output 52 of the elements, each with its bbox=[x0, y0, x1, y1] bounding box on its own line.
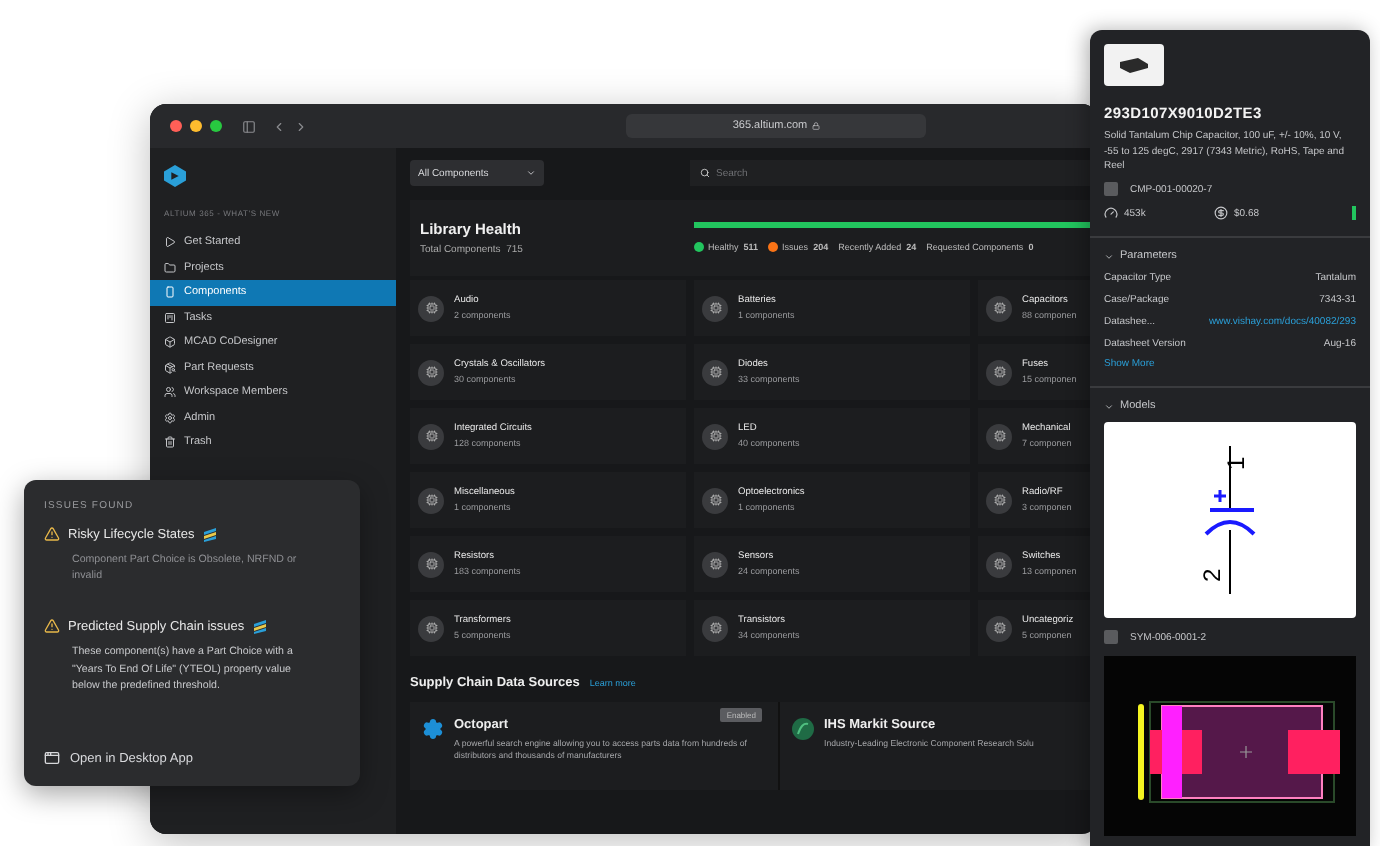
chip-icon bbox=[418, 551, 444, 577]
checkbox[interactable] bbox=[1104, 630, 1118, 644]
chip-package-icon bbox=[1118, 56, 1150, 75]
sidebar-toggle-icon[interactable] bbox=[242, 119, 256, 133]
cube-icon bbox=[164, 336, 176, 349]
warning-icon bbox=[44, 526, 60, 542]
chip-icon bbox=[986, 423, 1012, 449]
chevron-icon bbox=[1104, 401, 1114, 411]
maximize-icon[interactable] bbox=[210, 120, 222, 132]
chip-icon bbox=[986, 295, 1012, 321]
chip-icon bbox=[986, 615, 1012, 641]
chevron-icon bbox=[1104, 251, 1114, 261]
chip-icon bbox=[418, 487, 444, 513]
chip-icon bbox=[418, 423, 444, 449]
chip-icon bbox=[418, 615, 444, 641]
logo-icon bbox=[164, 164, 186, 188]
chip-icon bbox=[986, 551, 1012, 577]
striped-tag-icon bbox=[202, 526, 219, 542]
chip-icon bbox=[986, 359, 1012, 385]
chevron-down-icon bbox=[526, 168, 536, 178]
checkbox[interactable] bbox=[1104, 182, 1118, 196]
back-icon[interactable] bbox=[272, 119, 286, 133]
round-logo-icon bbox=[792, 718, 814, 740]
package-search-icon bbox=[164, 361, 176, 374]
folder-icon bbox=[164, 261, 176, 274]
search-icon bbox=[700, 168, 710, 178]
chip-icon bbox=[702, 551, 728, 577]
minimize-icon[interactable] bbox=[190, 120, 202, 132]
board-icon bbox=[164, 311, 176, 324]
trash-icon bbox=[164, 436, 176, 449]
rectangle-icon bbox=[164, 286, 176, 299]
users-icon bbox=[164, 386, 176, 399]
close-icon[interactable] bbox=[170, 120, 182, 132]
gear-icon bbox=[422, 718, 444, 740]
chip-icon bbox=[702, 359, 728, 385]
play-icon bbox=[164, 236, 176, 249]
stock-indicator-icon bbox=[1352, 206, 1356, 220]
forward-icon[interactable] bbox=[294, 119, 308, 133]
chip-icon bbox=[418, 295, 444, 321]
app-window-icon bbox=[44, 750, 60, 766]
settings-icon bbox=[164, 411, 176, 424]
chip-icon bbox=[702, 423, 728, 449]
chip-icon bbox=[702, 615, 728, 641]
chip-icon bbox=[986, 487, 1012, 513]
lock-icon bbox=[811, 122, 820, 130]
warning-icon bbox=[44, 618, 60, 635]
gauge-icon bbox=[1104, 206, 1118, 220]
chip-icon bbox=[702, 295, 728, 321]
chip-icon bbox=[418, 359, 444, 385]
striped-tag-icon bbox=[252, 618, 269, 635]
dollar-icon bbox=[1214, 206, 1228, 220]
chip-icon bbox=[702, 487, 728, 513]
